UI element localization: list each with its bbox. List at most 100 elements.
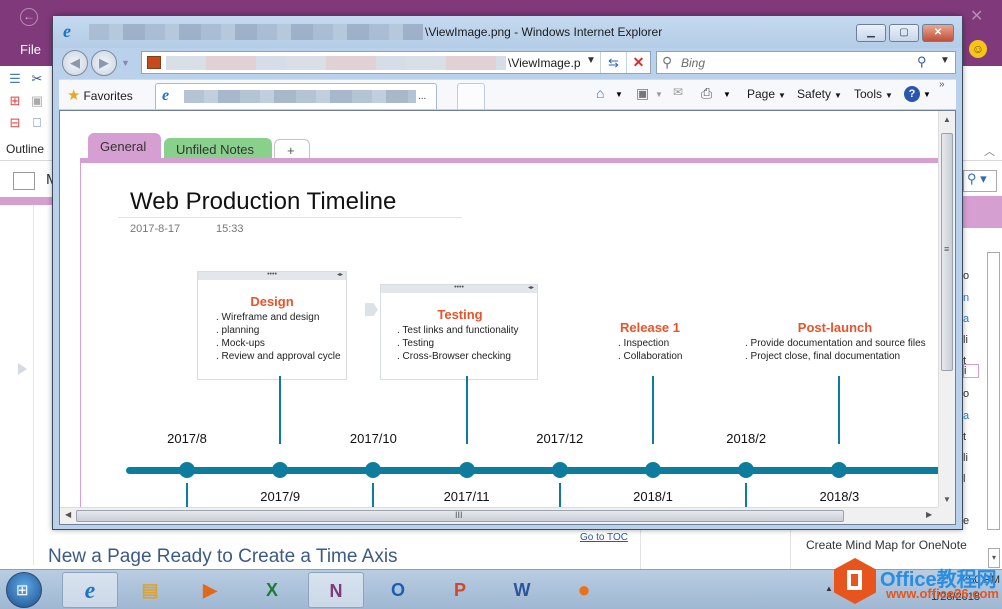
toolbar-overflow-icon[interactable]: »: [939, 79, 945, 90]
expand-arrow-icon[interactable]: [18, 363, 27, 375]
safety-menu[interactable]: Safety ▼: [797, 87, 842, 101]
favorites-label: Favorites: [83, 89, 133, 103]
timeline-month-label: 2018/1: [633, 489, 673, 504]
scroll-down-icon[interactable]: ▼: [943, 495, 951, 504]
maximize-button[interactable]: ▢: [889, 24, 919, 42]
vertical-scroll-thumb[interactable]: ≡: [941, 133, 953, 371]
stop-icon[interactable]: ✕: [626, 52, 650, 73]
timeline-connector: [838, 376, 841, 444]
home-icon[interactable]: ⌂: [596, 85, 604, 101]
container-handle: •••• ◂▸: [381, 284, 537, 293]
mind-map-link[interactable]: Create Mind Map for OneNote: [806, 538, 967, 552]
timeline-dot: [272, 462, 289, 478]
page-list-fragment[interactable]: e: [963, 515, 969, 527]
search-placeholder[interactable]: Bing: [681, 56, 705, 70]
feeds-dropdown-icon[interactable]: ▼: [655, 90, 663, 99]
page-menu-label: Page: [747, 87, 776, 101]
phase-list-testing: . Test links and functionality . Testing…: [397, 324, 519, 363]
redacted-path: [89, 24, 423, 40]
taskbar-powerpoint-icon[interactable]: P: [432, 572, 488, 608]
taskbar-ie-icon[interactable]: e: [62, 572, 118, 608]
divider: [790, 530, 791, 570]
tray-expand-icon[interactable]: ▲: [825, 584, 833, 593]
timeline-dot: [645, 462, 661, 478]
ie-content-area: General Unfiled Notes + Web Production T…: [59, 110, 956, 525]
file-tab[interactable]: File: [20, 42, 41, 57]
home-dropdown-icon[interactable]: ▼: [615, 90, 623, 99]
new-tab-button[interactable]: [457, 83, 485, 109]
help-dropdown-icon[interactable]: ▼: [923, 90, 931, 99]
page-favicon-icon: [147, 56, 161, 69]
page-list-fragment[interactable]: o: [963, 388, 969, 400]
close-button[interactable]: ✕: [922, 24, 954, 42]
search-go-icon[interactable]: ⚲: [917, 54, 927, 70]
help-icon[interactable]: ?: [904, 86, 920, 102]
page-list-fragment[interactable]: a: [963, 410, 969, 422]
taskbar-outlook-icon[interactable]: O: [370, 572, 426, 608]
page-list-fragment[interactable]: a: [963, 313, 969, 325]
cut-icon[interactable]: ✂: [30, 72, 44, 86]
page-list-fragment[interactable]: li: [963, 334, 968, 346]
timeline-dot: [738, 462, 755, 478]
start-button[interactable]: ⊞: [6, 572, 42, 608]
tools-menu-label: Tools: [854, 87, 883, 101]
back-button[interactable]: ◀: [62, 50, 88, 76]
search-provider-dropdown-icon[interactable]: ▼: [940, 55, 950, 66]
browser-tab[interactable]: e ...: [155, 83, 437, 109]
scroll-up-icon[interactable]: ▲: [943, 115, 951, 124]
phase-item: . Review and approval cycle: [216, 351, 341, 362]
page-list-scrollbar[interactable]: [987, 252, 1000, 530]
page-list-fragment[interactable]: n: [963, 292, 969, 304]
taskbar-explorer-icon[interactable]: ▤: [122, 572, 178, 608]
forward-button[interactable]: ▶: [91, 50, 117, 76]
page-list-fragment[interactable]: t: [963, 431, 966, 443]
ie-titlebar: e \ViewImage.png - Windows Internet Expl…: [53, 16, 962, 48]
scroll-right-icon[interactable]: ▶: [926, 510, 932, 519]
taskbar-firefox-icon[interactable]: ●: [556, 572, 612, 608]
horizontal-scroll-thumb[interactable]: III: [76, 510, 844, 522]
print-dropdown-icon[interactable]: ▼: [723, 90, 731, 99]
horizontal-scrollbar[interactable]: ◀ III ▶: [60, 507, 940, 524]
collapse-ribbon-icon[interactable]: ︿: [984, 143, 995, 159]
scroll-left-icon[interactable]: ◀: [65, 510, 71, 519]
vertical-scrollbar[interactable]: ▲ ≡ ▼: [938, 111, 955, 508]
search-button[interactable]: ⚲ ▾: [963, 170, 997, 192]
taskbar-excel-icon[interactable]: X: [244, 572, 300, 608]
goto-toc-link[interactable]: Go to TOC: [580, 532, 628, 543]
refresh-icon[interactable]: ⇆: [600, 52, 626, 73]
mail-icon[interactable]: ✉: [673, 85, 683, 99]
back-icon[interactable]: ←: [20, 8, 38, 26]
page-list-fragment[interactable]: li: [963, 452, 968, 464]
feeds-icon[interactable]: ▣: [636, 85, 649, 102]
history-dropdown-icon[interactable]: ▼: [121, 58, 130, 68]
page-list-fragment-selected[interactable]: i: [963, 364, 979, 378]
favorites-button[interactable]: ★ Favorites: [67, 86, 133, 104]
page-width-icon[interactable]: ⎕: [30, 116, 44, 130]
timeline-connector: [186, 483, 188, 509]
timeline-dot: [458, 462, 475, 478]
outline-align-icon[interactable]: ☰: [8, 72, 22, 86]
page-list-fragment[interactable]: l: [963, 473, 965, 485]
page-list-fragment[interactable]: o: [963, 270, 969, 282]
tools-menu[interactable]: Tools ▼: [854, 87, 893, 101]
search-magnifier-icon: ⚲: [662, 54, 673, 70]
taskbar-word-icon[interactable]: W: [494, 572, 550, 608]
print-icon[interactable]: ⎙: [701, 85, 712, 102]
page-menu[interactable]: Page ▼: [747, 87, 786, 101]
search-box[interactable]: ⚲ Bing ⚲ ▼: [656, 51, 956, 74]
paste-icon[interactable]: ▣: [30, 94, 44, 108]
window-title: \ViewImage.png - Windows Internet Explor…: [425, 25, 663, 39]
taskbar-onenote-icon[interactable]: N: [308, 572, 364, 608]
taskbar-media-player-icon[interactable]: ▶: [182, 572, 238, 608]
feedback-smiley-icon[interactable]: ☺: [969, 40, 987, 58]
outline-expand-icon[interactable]: ⊞: [8, 94, 22, 108]
minimize-button[interactable]: ▁: [856, 24, 886, 42]
close-icon[interactable]: ✕: [970, 6, 983, 26]
connector-arrow-icon: [365, 303, 378, 316]
notebook-icon[interactable]: [13, 172, 35, 190]
outline-collapse-icon[interactable]: ⊟: [8, 116, 22, 130]
address-bar[interactable]: \ViewImage.p ▼ ⇆ ✕: [141, 51, 651, 74]
address-dropdown-icon[interactable]: ▼: [586, 55, 596, 66]
phase-item: . Cross-Browser checking: [397, 351, 511, 362]
address-value[interactable]: \ViewImage.p: [508, 56, 581, 70]
